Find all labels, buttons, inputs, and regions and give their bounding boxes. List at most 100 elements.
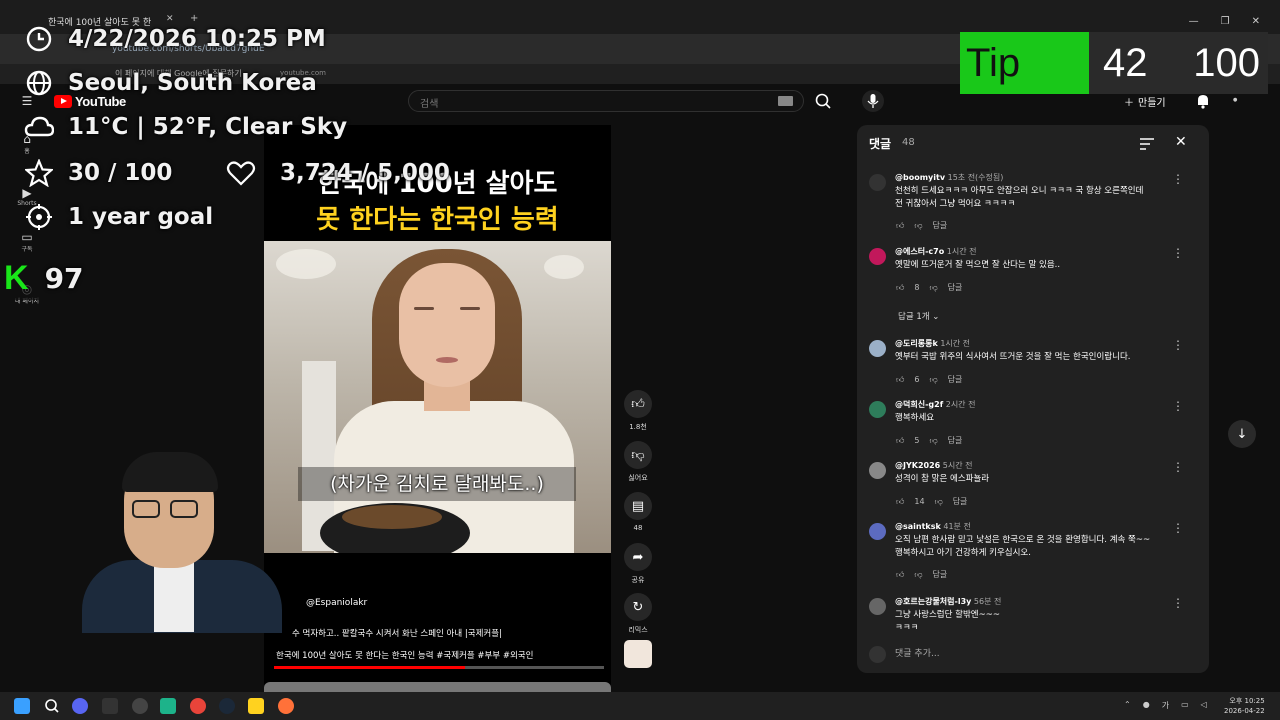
firefox-icon[interactable] — [278, 698, 294, 714]
thumbs-up-icon[interactable]: 👍︎ — [896, 436, 904, 446]
comment-actions: 👍︎ 14 👎︎ 답글 — [896, 496, 967, 507]
reply-button[interactable]: 답글 — [933, 569, 948, 580]
thumbs-up-icon[interactable]: 👍︎ — [896, 221, 904, 231]
mouth — [436, 357, 458, 363]
more-options-icon[interactable]: ⋮ — [1172, 246, 1184, 260]
maximize-icon[interactable]: ❐ — [1221, 16, 1230, 27]
avatar[interactable] — [869, 174, 886, 191]
replies-toggle[interactable]: 답글 1개 ⌄ — [898, 310, 939, 322]
comment-author-name[interactable]: @도리롱롱k — [895, 339, 938, 348]
reply-button[interactable]: 답글 — [953, 496, 968, 507]
search-input[interactable] — [408, 90, 804, 112]
start-icon[interactable] — [14, 698, 30, 714]
thumbs-down-icon[interactable]: 👎︎ — [929, 375, 937, 385]
comment-author[interactable]: @호르는강물처럼-l3y 56분 전 — [895, 596, 1001, 607]
account-avatar[interactable]: ● — [1233, 97, 1237, 103]
comment-author-name[interactable]: @호르는강물처럼-l3y — [895, 597, 971, 606]
close-icon[interactable]: ✕ — [1175, 134, 1191, 150]
more-options-icon[interactable]: ⋮ — [1172, 596, 1184, 610]
add-comment-input[interactable]: 댓글 추가... — [895, 646, 940, 659]
thumbs-down-icon[interactable]: 👎︎ — [929, 436, 937, 446]
comment-author[interactable]: @에스터-c7o 1시간 전 — [895, 246, 976, 257]
reply-button[interactable]: 답글 — [933, 220, 948, 231]
app-icon[interactable] — [160, 698, 176, 714]
steam-icon[interactable] — [219, 698, 235, 714]
chrome-icon[interactable] — [190, 698, 206, 714]
avatar[interactable] — [869, 598, 886, 615]
share-icon: ➦ — [624, 543, 652, 571]
video-progress-bar[interactable] — [274, 666, 604, 669]
tip-target: 100 — [1193, 40, 1260, 85]
like-button[interactable]: 👍︎ 1.8천 — [624, 390, 652, 432]
audio-thumbnail[interactable] — [624, 640, 652, 668]
chevron-up-icon[interactable]: ⌃ — [1124, 700, 1131, 711]
app-icon[interactable] — [102, 698, 118, 714]
new-tab-icon[interactable]: + — [190, 13, 198, 24]
avatar[interactable] — [869, 523, 886, 540]
thumbs-up-icon[interactable]: 👍︎ — [896, 283, 904, 293]
comment-author[interactable]: @덕희신-g2f 2시간 전 — [895, 399, 975, 410]
thumbs-down-icon[interactable]: 👎︎ — [929, 283, 937, 293]
comment-author[interactable]: @JYK2026 5시간 전 — [895, 460, 973, 471]
more-options-icon[interactable]: ⋮ — [1172, 172, 1184, 186]
share-button[interactable]: ➦ 공유 — [624, 543, 652, 585]
search-button[interactable] — [812, 90, 836, 112]
keyboard-icon[interactable] — [778, 96, 793, 106]
thumbs-up-icon[interactable]: 👍︎ — [896, 497, 904, 507]
comment-line: 천천히 드세요ㅋㅋㅋ 아무도 안잡으러 오니 ㅋㅋㅋ 국 항상 오른쪽인데 — [895, 186, 1144, 196]
thumbs-down-icon[interactable]: 👎︎ — [914, 570, 922, 580]
create-button[interactable]: ＋ 만들기 — [1118, 91, 1176, 111]
tab-close-icon[interactable]: ✕ — [166, 14, 174, 24]
reply-button[interactable]: 답글 — [948, 435, 963, 446]
app-icon[interactable] — [132, 698, 148, 714]
dislike-button[interactable]: 👎︎ 싫어요 — [624, 441, 652, 483]
sidebar-item-subscriptions[interactable]: ▭ 구독 — [10, 230, 44, 253]
avatar[interactable] — [869, 248, 886, 265]
thumbs-up-icon[interactable]: 👍︎ — [896, 570, 904, 580]
clock-time: 오후 10:25 — [1229, 697, 1265, 705]
minimize-icon[interactable]: — — [1189, 16, 1199, 27]
comment-author-name[interactable]: @덕희신-g2f — [895, 400, 943, 409]
comments-button[interactable]: ▤ 48 — [624, 492, 652, 532]
comment-author-name[interactable]: @에스터-c7o — [895, 247, 944, 256]
discord-icon[interactable] — [72, 698, 88, 714]
comment-author[interactable]: @saintksk 41분 전 — [895, 521, 971, 532]
comment-author[interactable]: @도리롱롱k 1시간 전 — [895, 338, 970, 349]
scroll-down-button[interactable]: ↓ — [1228, 420, 1256, 448]
more-options-icon[interactable]: ⋮ — [1172, 399, 1184, 413]
comment-author[interactable]: @boomyitv 15초 전(수정됨) — [895, 172, 1003, 183]
more-options-icon[interactable]: ⋮ — [1172, 521, 1184, 535]
comment-author-name[interactable]: @boomyitv — [895, 173, 945, 182]
remix-button[interactable]: ↻ 리믹스 — [624, 593, 652, 635]
voice-search-button[interactable] — [862, 90, 884, 112]
avatar[interactable] — [869, 462, 886, 479]
search-icon[interactable] — [44, 698, 60, 714]
reply-button[interactable]: 답글 — [948, 282, 963, 293]
mic-tray-icon[interactable]: ● — [1143, 700, 1150, 711]
volume-icon[interactable]: ◁ — [1201, 700, 1207, 711]
thumbs-down-icon[interactable]: 👎︎ — [914, 221, 922, 231]
network-icon[interactable]: ▭ — [1181, 700, 1189, 711]
comment-author-name[interactable]: @JYK2026 — [895, 461, 940, 470]
ime-indicator[interactable]: 가 — [1162, 700, 1169, 711]
notifications-button[interactable] — [1194, 92, 1212, 110]
close-icon[interactable]: ✕ — [1252, 16, 1260, 27]
kakaotalk-icon[interactable] — [248, 698, 264, 714]
avatar[interactable] — [869, 340, 886, 357]
channel-handle[interactable]: @Espaniolakr — [306, 598, 367, 608]
thumbs-up-icon[interactable]: 👍︎ — [896, 375, 904, 385]
comment-actions: 👍︎ 8 👎︎ 답글 — [896, 282, 962, 293]
avatar[interactable] — [869, 401, 886, 418]
taskbar-clock[interactable]: 오후 10:25 2026-04-22 — [1224, 696, 1265, 716]
comment-author-name[interactable]: @saintksk — [895, 522, 941, 531]
more-options-icon[interactable]: ⋮ — [1172, 460, 1184, 474]
sort-button[interactable] — [1139, 136, 1155, 150]
more-options-icon[interactable]: ⋮ — [1172, 338, 1184, 352]
create-label: 만들기 — [1138, 97, 1166, 109]
thumbs-down-icon[interactable]: 👎︎ — [935, 497, 943, 507]
comment-text: 천천히 드세요ㅋㅋㅋ 아무도 안잡으러 오니 ㅋㅋㅋ 국 항상 오른쪽인데 전 귀… — [895, 185, 1143, 211]
next-short-preview[interactable] — [264, 682, 611, 692]
video-progress-fill — [274, 666, 466, 669]
overlay-hearts: 3,724 / 5,000 — [226, 158, 450, 188]
reply-button[interactable]: 답글 — [948, 374, 963, 385]
